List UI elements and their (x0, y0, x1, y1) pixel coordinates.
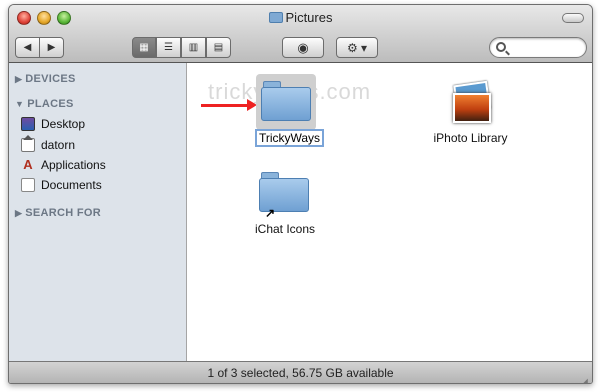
icon-view-icon: ▦ (139, 42, 149, 53)
coverflow-view-button[interactable]: ▤ (206, 37, 231, 58)
file-label-iphoto-library[interactable]: iPhoto Library (414, 131, 527, 145)
toolbar: Pictures ◀ ▶ ▦ ☰ ▥ ▤ ◉ ⚙ ▾ (9, 5, 592, 63)
sidebar-item-label: Applications (41, 158, 106, 172)
window-title-text: Pictures (285, 10, 333, 25)
sidebar: ▶ DEVICES ▼ PLACES Desktop datorn A Applica… (9, 63, 187, 361)
list-view-button[interactable]: ☰ (156, 37, 181, 58)
sidebar-item-label: Desktop (41, 117, 86, 131)
quick-look-button[interactable]: ◉ (282, 37, 324, 58)
sidebar-section-devices[interactable]: ▶ DEVICES (15, 73, 76, 85)
forward-arrow-icon: ▶ (47, 42, 56, 53)
section-label: DEVICES (25, 73, 76, 85)
icon-view-button[interactable]: ▦ (132, 37, 156, 58)
coverflow-view-icon: ▤ (213, 42, 224, 53)
red-arrow-annotation (201, 99, 257, 111)
section-label: PLACES (27, 98, 74, 110)
action-menu-button[interactable]: ⚙ ▾ (336, 37, 378, 58)
back-arrow-icon: ◀ (23, 42, 32, 53)
file-label-ichat-icons[interactable]: iChat Icons (241, 222, 329, 236)
eye-icon: ◉ (297, 39, 309, 55)
sidebar-section-search-for[interactable]: ▶ SEARCH FOR (15, 207, 101, 219)
documents-icon (21, 178, 35, 192)
applications-icon: A (23, 157, 33, 172)
disclosure-triangle-icon: ▶ (15, 208, 23, 218)
list-view-icon: ☰ (164, 42, 173, 53)
sidebar-item-applications[interactable]: A Applications (21, 156, 106, 174)
status-bar: 1 of 3 selected, 56.75 GB available ◢ (9, 361, 592, 383)
sidebar-item-label: datorn (41, 138, 76, 152)
sidebar-item-desktop[interactable]: Desktop (21, 115, 85, 133)
window-title: Pictures (9, 10, 592, 25)
finder-window: Pictures ◀ ▶ ▦ ☰ ▥ ▤ ◉ ⚙ ▾ ▶ DEVICES ▼ PLA… (8, 4, 593, 384)
desktop-icon (21, 117, 35, 131)
section-label: SEARCH FOR (25, 207, 101, 219)
rename-field-trickyways[interactable]: TrickyWays (255, 129, 324, 147)
sidebar-item-documents[interactable]: Documents (21, 176, 102, 194)
status-text: 1 of 3 selected, 56.75 GB available (207, 366, 394, 380)
back-button[interactable]: ◀ (15, 37, 40, 58)
toolbar-toggle-button[interactable] (562, 13, 584, 23)
sidebar-section-places[interactable]: ▼ PLACES (15, 98, 74, 110)
resize-grip-icon[interactable]: ◢ (578, 371, 590, 383)
column-view-button[interactable]: ▥ (181, 37, 206, 58)
disclosure-triangle-icon: ▶ (15, 74, 23, 84)
forward-button[interactable]: ▶ (39, 37, 64, 58)
alias-arrow-icon: ↗ (265, 206, 276, 220)
column-view-icon: ▥ (188, 42, 199, 53)
folder-icon-trickyways[interactable] (261, 81, 311, 121)
iphoto-library-icon[interactable] (449, 80, 493, 125)
home-icon (21, 135, 35, 152)
gear-icon: ⚙ ▾ (346, 40, 368, 55)
search-field[interactable] (489, 37, 587, 58)
sidebar-item-home[interactable]: datorn (21, 135, 76, 154)
folder-icon (268, 12, 283, 23)
sidebar-item-label: Documents (41, 178, 102, 192)
search-icon (496, 42, 506, 52)
disclosure-triangle-icon: ▼ (15, 99, 25, 109)
